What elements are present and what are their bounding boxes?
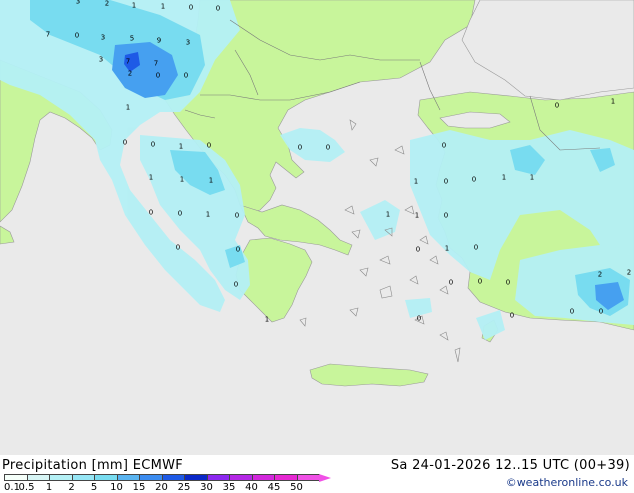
- point-value: 1: [160, 2, 166, 11]
- point-value: 0: [509, 311, 515, 320]
- point-value: 1: [444, 244, 450, 253]
- point-value: 0: [325, 143, 331, 152]
- point-value: 0: [122, 138, 128, 147]
- point-value: 0: [297, 143, 303, 152]
- scale-tick-label: 15: [132, 482, 146, 493]
- point-value: 1: [385, 210, 391, 219]
- scale-swatch: [4, 474, 28, 481]
- point-value: 5: [129, 34, 135, 43]
- scale-tick-label: 25: [177, 482, 191, 493]
- point-value: 1: [610, 97, 616, 106]
- point-value: 3: [185, 38, 191, 47]
- point-value: 0: [416, 314, 422, 323]
- point-value: 0: [441, 141, 447, 150]
- scale-swatch: [184, 474, 208, 481]
- credit-link[interactable]: ©weatheronline.co.uk: [506, 476, 628, 489]
- point-value: 2: [597, 270, 603, 279]
- point-value: 1: [529, 173, 535, 182]
- scale-tick-label: 2: [68, 482, 75, 493]
- point-value: 0: [188, 3, 194, 12]
- point-value: 1: [178, 142, 184, 151]
- legend-bar: Precipitation [mm] ECMWF Sa 24-01-2026 1…: [0, 455, 634, 493]
- point-value: 0: [473, 243, 479, 252]
- point-value: 0: [598, 307, 604, 316]
- point-value: 0: [148, 208, 154, 217]
- point-value: 0: [234, 211, 240, 220]
- point-value: 0: [233, 280, 239, 289]
- point-value: 0: [74, 31, 80, 40]
- scale-tick-label: 0.5: [18, 482, 35, 493]
- scale-swatch: [296, 474, 320, 481]
- point-value: 0: [554, 101, 560, 110]
- point-value: 3: [98, 55, 104, 64]
- point-value: 1: [131, 1, 137, 10]
- point-value: 1: [264, 315, 270, 324]
- point-value: 0: [477, 277, 483, 286]
- point-value: 0: [175, 243, 181, 252]
- point-value: 1: [205, 210, 211, 219]
- point-value: 3: [100, 33, 106, 42]
- scale-tick-label: 35: [222, 482, 236, 493]
- scale-tick-label: 45: [267, 482, 281, 493]
- scale-swatch: [49, 474, 73, 481]
- point-value: 0: [150, 140, 156, 149]
- scale-swatch: [161, 474, 185, 481]
- point-value: 7: [153, 59, 159, 68]
- point-value: 0: [177, 209, 183, 218]
- scale-swatch: [26, 474, 50, 481]
- point-value: 0: [505, 278, 511, 287]
- scale-tick-label: 20: [155, 482, 168, 493]
- map-canvas: [0, 0, 634, 455]
- point-value: 2: [104, 0, 110, 8]
- scale-swatch: [116, 474, 140, 481]
- scale-swatch: [206, 474, 230, 481]
- scale-tick-label: 10: [110, 482, 123, 493]
- scale-tick-label: 30: [200, 482, 213, 493]
- point-value: 0: [415, 245, 421, 254]
- scale-swatch: [229, 474, 253, 481]
- point-value: 0: [235, 245, 241, 254]
- point-value: 0: [183, 71, 189, 80]
- point-value: 7: [45, 30, 51, 39]
- point-value: 0: [443, 211, 449, 220]
- scale-swatch: [71, 474, 95, 481]
- scale-tick-label: 40: [245, 482, 258, 493]
- point-value: 1: [208, 176, 214, 185]
- point-value: 1: [414, 211, 420, 220]
- point-value: 1: [179, 175, 185, 184]
- map-title: Precipitation [mm] ECMWF: [2, 458, 184, 473]
- scale-tick-label: 1: [45, 482, 53, 493]
- scale-arrow-tip: [319, 474, 331, 482]
- scale-swatch: [94, 474, 118, 481]
- point-value: 0: [471, 175, 477, 184]
- point-value: 1: [148, 173, 154, 182]
- scale-swatch: [251, 474, 275, 481]
- point-value: 0: [443, 177, 449, 186]
- point-value: 0: [155, 71, 161, 80]
- point-value: 2: [626, 268, 632, 277]
- scale-swatch: [274, 474, 298, 481]
- point-value: 3: [75, 0, 81, 6]
- point-value: 0: [569, 307, 575, 316]
- point-value: 1: [501, 173, 507, 182]
- valid-datetime: Sa 24-01-2026 12..15 UTC (00+39): [390, 458, 630, 473]
- point-value: 0: [215, 4, 221, 13]
- scale-tick-label: 50: [290, 482, 303, 493]
- point-value: 9: [156, 36, 162, 45]
- precipitation-map: 3 2 1 1 0 0 7 0 3 5 9 3 3 7 7 2 0 0 1 0 0 1 0 1 1 1 0 0 1 0 0 0 0 1 0 0 0 1 0 0…: [0, 0, 634, 455]
- point-value: 0: [448, 278, 454, 287]
- scale-tick-label: 5: [90, 482, 98, 493]
- point-value: 0: [206, 141, 212, 150]
- scale-swatch: [139, 474, 163, 481]
- point-value: 1: [125, 103, 131, 112]
- point-value: 2: [127, 69, 133, 78]
- point-value: 7: [125, 57, 131, 66]
- point-value: 1: [413, 177, 419, 186]
